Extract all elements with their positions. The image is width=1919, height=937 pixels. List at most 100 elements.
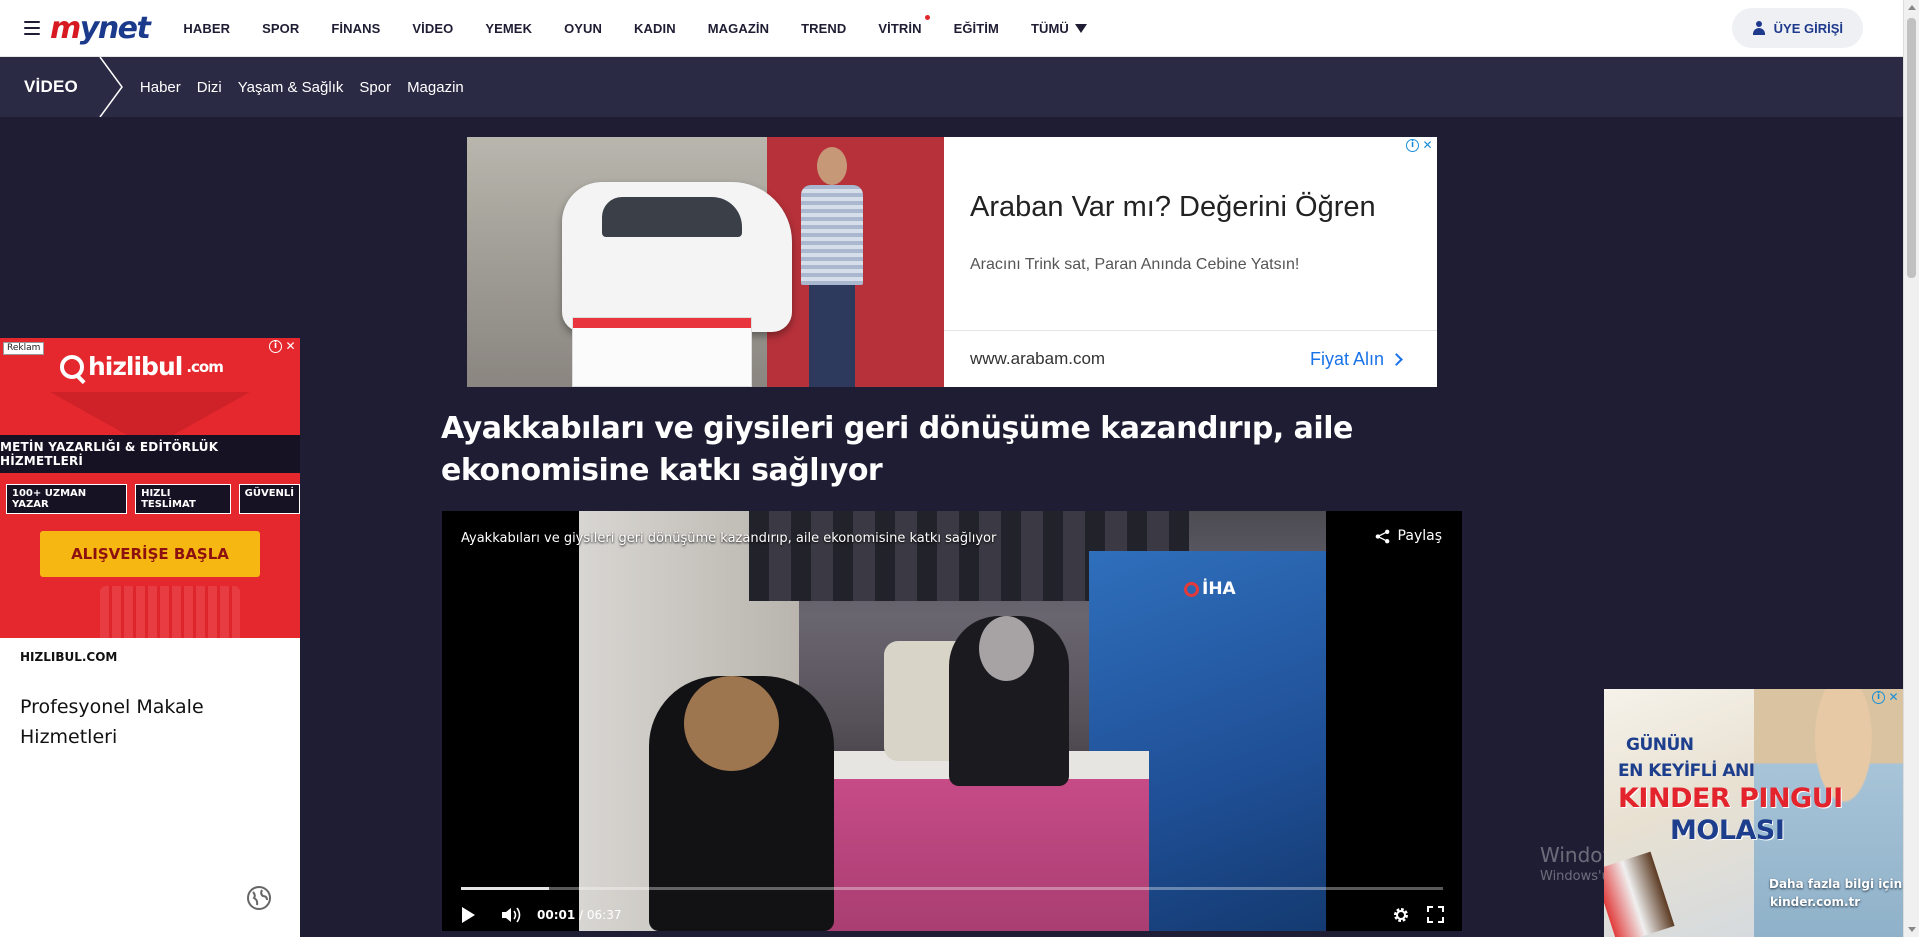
subnav-yasam-saglik[interactable]: Yaşam & Sağlık — [238, 79, 344, 96]
product-image — [1604, 851, 1675, 937]
brand-suffix: .com — [186, 357, 224, 376]
mynet-logo[interactable]: mynet — [50, 11, 151, 46]
top-navigation: mynet HABER SPOR FİNANS VİDEO YEMEK OYUN… — [0, 0, 1903, 57]
side-ad[interactable]: Reklam i ✕ hizlibul .com METİN YAZARLIĞI … — [0, 338, 300, 937]
nav-spor[interactable]: SPOR — [246, 21, 315, 36]
chevron-right-icon — [1390, 352, 1403, 366]
settings-gear-icon[interactable] — [1392, 906, 1410, 924]
sign-image — [572, 317, 752, 387]
menu-icon[interactable] — [24, 21, 40, 35]
nav-haber[interactable]: HABER — [167, 21, 246, 36]
person-image — [797, 147, 867, 387]
info-icon[interactable]: i — [269, 340, 282, 353]
page-scrollbar[interactable] — [1903, 0, 1919, 937]
video-frame[interactable]: İHA — [579, 511, 1326, 931]
info-icon[interactable]: i — [1872, 691, 1885, 704]
video-subnav: VİDEO Haber Dizi Yaşam & Sağlık Spor Mag… — [0, 57, 1903, 117]
nav-finans[interactable]: FİNANS — [315, 21, 396, 36]
ad-label: Reklam — [3, 342, 45, 355]
video-progress-bar[interactable] — [461, 887, 1443, 890]
nav-video[interactable]: VİDEO — [396, 21, 469, 36]
top-banner-ad[interactable]: Araban Var mı? Değerini Öğren Aracını Tr… — [467, 137, 1437, 387]
side-ad-tags: 100+ UZMAN YAZAR HIZLI TESLİMAT GÜVENLİ — [6, 484, 300, 514]
video-controls: 00:01 / 06:37 — [442, 899, 1462, 931]
side-ad-site[interactable]: HIZLIBUL.COM — [20, 650, 117, 664]
close-icon[interactable]: ✕ — [284, 340, 297, 353]
duration: 06:37 — [586, 908, 622, 922]
ad-url[interactable]: www.arabam.com — [970, 349, 1105, 369]
iha-watermark: İHA — [1184, 579, 1236, 599]
side-ad-banner[interactable]: Reklam i ✕ hizlibul .com METİN YAZARLIĞI … — [0, 338, 300, 638]
nav-egitim[interactable]: EĞİTİM — [938, 21, 1015, 36]
corner-ad-more[interactable]: Daha fazla bilgi için — [1769, 877, 1902, 891]
nav-vitrin[interactable]: VİTRİN — [862, 14, 937, 36]
share-label: Paylaş — [1397, 528, 1442, 544]
volume-icon[interactable] — [501, 906, 523, 924]
corner-ad[interactable]: GÜNÜN EN KEYİFLİ ANI KINDER PINGUI MOLAS… — [1604, 689, 1903, 937]
corner-ad-line4: MOLASI — [1670, 815, 1785, 846]
hizlibul-logo: hizlibul .com — [60, 352, 224, 381]
side-ad-choices[interactable]: i ✕ — [269, 340, 297, 353]
section-title[interactable]: VİDEO — [24, 77, 78, 97]
scroll-down-icon[interactable] — [1908, 927, 1916, 932]
ad-choices[interactable]: i ✕ — [1406, 139, 1434, 152]
tag-item: 100+ UZMAN YAZAR — [6, 484, 128, 514]
login-label: ÜYE GİRİŞİ — [1773, 20, 1843, 36]
iha-logo-icon — [1184, 581, 1199, 597]
video-overlay-title: Ayakkabıları ve giysileri geri dönüşüme … — [461, 531, 997, 546]
current-time: 00:01 — [537, 908, 576, 922]
nav-kadin[interactable]: KADIN — [618, 21, 692, 36]
subnav-magazin[interactable]: Magazin — [407, 79, 464, 96]
nav-oyun[interactable]: OYUN — [548, 21, 618, 36]
video-time: 00:01 / 06:37 — [537, 908, 622, 922]
user-icon — [1752, 21, 1766, 35]
notification-dot — [924, 14, 930, 20]
login-button[interactable]: ÜYE GİRİŞİ — [1731, 8, 1863, 48]
shop-now-button[interactable]: ALIŞVERİŞE BAŞLA — [40, 531, 260, 577]
ad-photo — [467, 137, 944, 387]
breadcrumb-separator-icon — [99, 57, 123, 117]
play-icon[interactable] — [462, 907, 475, 923]
main-nav: HABER SPOR FİNANS VİDEO YEMEK OYUN KADIN… — [167, 14, 1103, 36]
nav-vitrin-label: VİTRİN — [878, 20, 922, 36]
side-ad-copy[interactable]: Profesyonel Makale Hizmetleri — [20, 692, 260, 752]
scroll-up-icon[interactable] — [1908, 5, 1916, 10]
share-icon — [1375, 529, 1389, 543]
tag-item: HIZLI TESLİMAT — [135, 484, 231, 514]
video-progress-buffered — [461, 887, 550, 890]
corner-ad-url[interactable]: kinder.com.tr — [1770, 895, 1860, 909]
nav-trend[interactable]: TREND — [785, 21, 862, 36]
side-ad-headline: METİN YAZARLIĞI & EDİTÖRLÜK HİZMETLERİ — [0, 435, 300, 473]
keyboard-graphic — [100, 586, 240, 638]
car-image — [562, 182, 792, 332]
caret-down-icon — [1074, 23, 1087, 33]
video-player[interactable]: İHA Ayakkabıları ve giysileri geri dönüş… — [442, 511, 1462, 931]
iha-watermark-text: İHA — [1202, 579, 1236, 599]
article-title: Ayakkabıları ve giysileri geri dönüşüme … — [441, 411, 1353, 488]
brand-name: hizlibul — [88, 352, 183, 381]
corner-ad-line1: GÜNÜN — [1626, 735, 1694, 755]
nav-magazin[interactable]: MAGAZİN — [692, 21, 785, 36]
nav-yemek[interactable]: YEMEK — [469, 21, 548, 36]
subnav-dizi[interactable]: Dizi — [197, 79, 222, 96]
ad-headline[interactable]: Araban Var mı? Değerini Öğren — [970, 191, 1376, 224]
close-icon[interactable]: ✕ — [1421, 139, 1434, 152]
scroll-thumb[interactable] — [1907, 18, 1916, 278]
tag-item: GÜVENLİ — [238, 484, 300, 514]
subnav-haber[interactable]: Haber — [140, 79, 181, 96]
info-icon[interactable]: i — [1406, 139, 1419, 152]
ad-description: Aracını Trink sat, Paran Anında Cebine Y… — [970, 256, 1300, 273]
corner-ad-line3: KINDER PINGUI — [1618, 783, 1843, 814]
close-icon[interactable]: ✕ — [1887, 691, 1900, 704]
corner-ad-choices[interactable]: i ✕ — [1872, 691, 1900, 704]
globe-icon[interactable] — [246, 885, 272, 911]
nav-tumu-label: TÜMÜ — [1030, 20, 1069, 36]
ad-cta-button[interactable]: Fiyat Alın — [1309, 348, 1403, 370]
subnav-spor[interactable]: Spor — [359, 79, 391, 96]
nav-tumu[interactable]: TÜMÜ — [1015, 21, 1103, 36]
share-button[interactable]: Paylaş — [1375, 528, 1442, 544]
magnifier-icon — [60, 354, 84, 379]
ad-cta-label: Fiyat Alın — [1309, 348, 1384, 369]
fullscreen-icon[interactable] — [1427, 906, 1444, 923]
corner-ad-line2: EN KEYİFLİ ANI — [1618, 761, 1755, 781]
